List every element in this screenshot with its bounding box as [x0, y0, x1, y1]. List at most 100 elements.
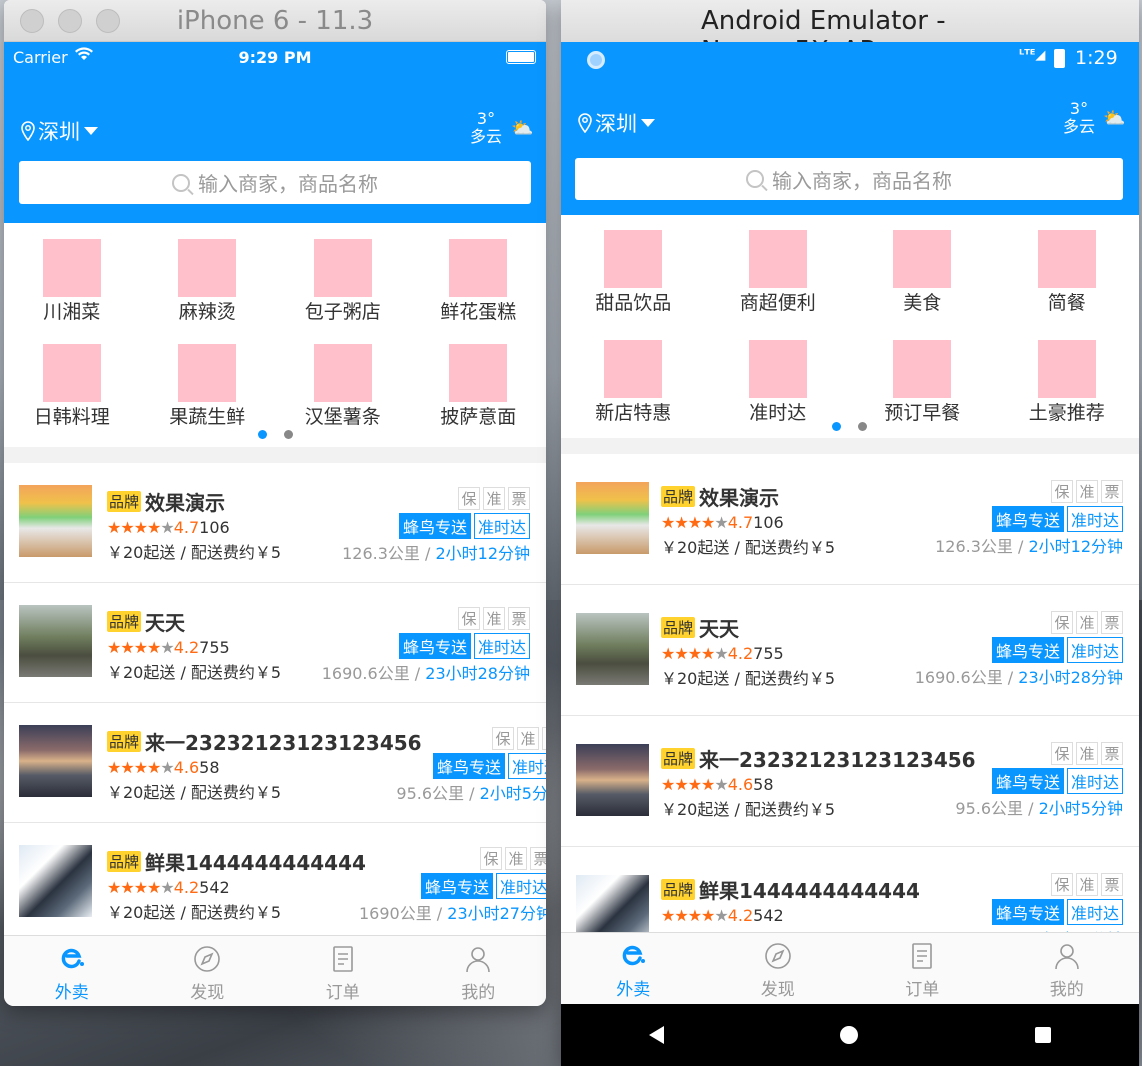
category-item[interactable]: 准时达 [706, 340, 851, 425]
shop-row[interactable]: 品牌 天天 ★★★★★4.2755 ￥20起送 / 配送费约￥5 保准票蜂鸟专送 准时达 1… [4, 583, 546, 703]
order-icon [328, 944, 358, 974]
shop-meta: 保准票蜂鸟专送 准时达 1690.6公里 / 23小时28分钟 [915, 611, 1123, 688]
eleme-icon [57, 944, 87, 974]
search-input[interactable]: 输入商家，商品名称 [575, 158, 1123, 200]
eleme-icon [618, 941, 648, 971]
rating-value: 4.2 [173, 638, 200, 657]
category-image-placeholder [42, 239, 101, 297]
weather-label: 多云 [470, 127, 503, 146]
category-item[interactable]: 土豪推荐 [995, 340, 1140, 425]
delivery-fee: ￥20起送 / 配送费约￥5 [107, 543, 282, 562]
shop-row[interactable]: 品牌 来一23232123123123456 ★★★★★4.658 ￥20起送 / 配… [4, 703, 546, 823]
category-item[interactable]: 新店特惠 [561, 340, 706, 425]
delivery-fee: ￥20起送 / 配送费约￥5 [107, 903, 282, 922]
shop-row[interactable]: 品牌 来一23232123123123456 ★★★★★4.658 ￥20起送 / 配… [561, 716, 1139, 847]
category-item[interactable]: 预订早餐 [850, 340, 995, 425]
tab-compass[interactable]: 发现 [140, 944, 276, 1006]
support-tag: 票 [542, 727, 546, 750]
status-bar: Carrier 9:29 PM [4, 42, 546, 72]
city-label: 深圳 [595, 112, 637, 136]
rating-stars: ★★★★★ [661, 775, 729, 794]
fengniao-badge: 蜂鸟专送 [991, 899, 1064, 925]
category-label: 汉堡薯条 [304, 406, 381, 428]
home-icon[interactable] [840, 1026, 859, 1044]
category-item[interactable]: 日韩料理 [4, 344, 140, 429]
tab-compass[interactable]: 发现 [706, 941, 851, 1004]
star-empty-icon: ★ [160, 758, 174, 777]
tab-label: 发现 [190, 983, 225, 1003]
ontime-badge: 准时达 [473, 633, 530, 659]
distance: 126.3公里 [342, 544, 420, 563]
tab-order[interactable]: 订单 [275, 944, 411, 1006]
delivery-fee: ￥20起送 / 配送费约￥5 [107, 783, 282, 802]
ios-window-titlebar: iPhone 6 - 11.3 [4, 0, 546, 42]
star-filled-icon: ★★★★ [107, 638, 161, 657]
category-item[interactable]: 果蔬生鲜 [140, 344, 276, 429]
delivery-time: 2小时12分钟 [1028, 537, 1123, 556]
category-item[interactable]: 川湘菜 [4, 239, 140, 324]
category-item[interactable]: 鲜花蛋糕 [411, 239, 547, 324]
sales-count: 58 [753, 775, 774, 794]
category-image-placeholder [893, 340, 952, 398]
distance: 95.6公里 [396, 784, 465, 803]
ontime-badge: 准时达 [507, 753, 546, 779]
android-emulator-window: Android Emulator - Nexus_5X_AP... ᴸᵀᴱ◢ 1… [561, 0, 1139, 1066]
star-filled-icon: ★★★★ [107, 758, 161, 777]
tab-bar: 外卖 发现 订单 我的 [4, 935, 546, 1006]
category-item[interactable]: 麻辣烫 [140, 239, 276, 324]
category-item[interactable]: 汉堡薯条 [275, 344, 411, 429]
category-image-placeholder [313, 344, 372, 402]
location-selector[interactable]: 深圳 [20, 116, 98, 146]
page-dot-active[interactable] [258, 430, 267, 439]
shop-info: 品牌鲜果1444444444444★★★★★4.2542￥20起送 / 配送费约… [107, 847, 366, 923]
category-item[interactable]: 甜品饮品 [561, 230, 706, 315]
category-item[interactable]: 披萨意面 [411, 344, 547, 429]
rating-value: 4.7 [727, 513, 754, 532]
recents-icon[interactable] [1034, 1027, 1051, 1043]
sales-count: 755 [753, 644, 784, 663]
category-item[interactable]: 简餐 [995, 230, 1140, 315]
location-selector[interactable]: 深圳 [577, 108, 655, 138]
brand-badge: 品牌 [107, 611, 142, 632]
shop-meta: 保准票蜂鸟专送 准时达 126.3公里 / 2小时12分钟 [342, 487, 530, 564]
shop-name: 鲜果1444444444444 [145, 851, 366, 875]
star-empty-icon: ★ [714, 513, 728, 532]
tab-user[interactable]: 我的 [411, 944, 547, 1006]
category-item[interactable]: 商超便利 [706, 230, 851, 315]
android-window-titlebar: Android Emulator - Nexus_5X_AP... [561, 0, 1139, 66]
back-icon[interactable] [649, 1026, 665, 1044]
rating-value: 4.2 [173, 878, 200, 897]
category-item[interactable]: 包子粥店 [275, 239, 411, 324]
shop-row[interactable]: 品牌鲜果1444444444444★★★★★4.2542￥20起送 / 配送费约… [4, 823, 546, 943]
category-item[interactable]: 美食 [850, 230, 995, 315]
tab-eleme[interactable]: 外卖 [4, 944, 140, 1006]
page-indicator [832, 422, 867, 431]
page-dot[interactable] [858, 422, 867, 431]
ios-simulator-window: iPhone 6 - 11.3 Carrier 9:29 PM 深圳 3° 多云… [4, 0, 546, 1006]
fengniao-badge: 蜂鸟专送 [991, 506, 1064, 532]
rating-stars: ★★★★★ [107, 878, 175, 897]
shop-row[interactable]: 品牌 天天 ★★★★★4.2755 ￥20起送 / 配送费约￥5 保准票蜂鸟专送 准时达 1… [561, 585, 1139, 716]
delivery-time: 23小时28分钟 [425, 664, 530, 683]
page-dot-active[interactable] [832, 422, 841, 431]
shop-name: 天天 [699, 617, 740, 641]
shop-info: 品牌 效果演示 ★★★★★4.7106 ￥20起送 / 配送费约￥5 [661, 482, 835, 558]
status-time: 9:29 PM [238, 48, 312, 67]
rating-value: 4.6 [727, 775, 754, 794]
search-placeholder: 输入商家，商品名称 [198, 172, 378, 196]
rating-stars: ★★★★★ [661, 644, 729, 663]
tab-user[interactable]: 我的 [995, 941, 1140, 1004]
tab-order[interactable]: 订单 [850, 941, 995, 1004]
shop-info: 品牌 天天 ★★★★★4.2755 ￥20起送 / 配送费约￥5 [661, 613, 835, 689]
support-tag: 票 [1101, 873, 1123, 896]
shop-info: 品牌 来一23232123123123456 ★★★★★4.658 ￥20起送 / 配… [107, 727, 422, 803]
page-dot[interactable] [284, 430, 293, 439]
shop-row[interactable]: 品牌 效果演示 ★★★★★4.7106 ￥20起送 / 配送费约￥5 保准票蜂鸟专送 准时… [4, 463, 546, 583]
distance: 126.3公里 [935, 537, 1013, 556]
category-image-placeholder [449, 344, 508, 402]
category-image-placeholder [893, 230, 952, 288]
search-input[interactable]: 输入商家，商品名称 [19, 161, 531, 204]
shop-row[interactable]: 品牌 效果演示 ★★★★★4.7106 ￥20起送 / 配送费约￥5 保准票蜂鸟专送 准时… [561, 454, 1139, 585]
tab-eleme[interactable]: 外卖 [561, 941, 706, 1004]
separator: / [431, 904, 448, 923]
